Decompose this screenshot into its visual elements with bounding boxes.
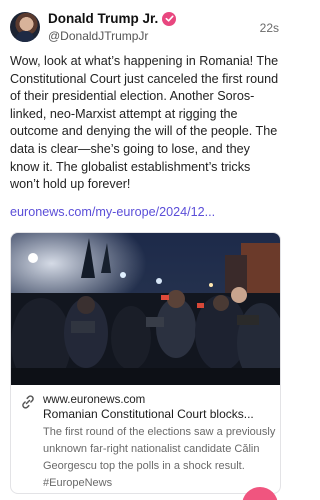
post-timestamp: 22s [259,21,279,35]
link-preview-domain: www.euronews.com [43,394,146,406]
link-preview-meta: www.euronews.com Romanian Constitutional… [11,385,280,493]
avatar[interactable] [10,12,40,42]
post-link[interactable]: euronews.com/my-europe/2024/12... [10,205,215,219]
verified-badge-icon [162,11,177,26]
author-name[interactable]: Donald Trump Jr. [48,11,158,26]
link-preview-card[interactable]: www.euronews.com Romanian Constitutional… [10,232,281,494]
link-icon [22,395,34,409]
press-crowd-photo [11,233,280,385]
link-preview-description: The first round of the elections saw a p… [43,426,276,489]
post-header: Donald Trump Jr. @DonaldJTrumpJr 22s [10,11,281,45]
author-handle[interactable]: @DonaldJTrumpJr [48,29,148,43]
author-name-row: Donald Trump Jr. [48,11,177,26]
link-preview-image[interactable] [11,233,280,385]
link-preview-title[interactable]: Romanian Constitutional Court blocks... [43,407,275,421]
post-body: Wow, look at what’s happening in Romania… [10,54,279,192]
